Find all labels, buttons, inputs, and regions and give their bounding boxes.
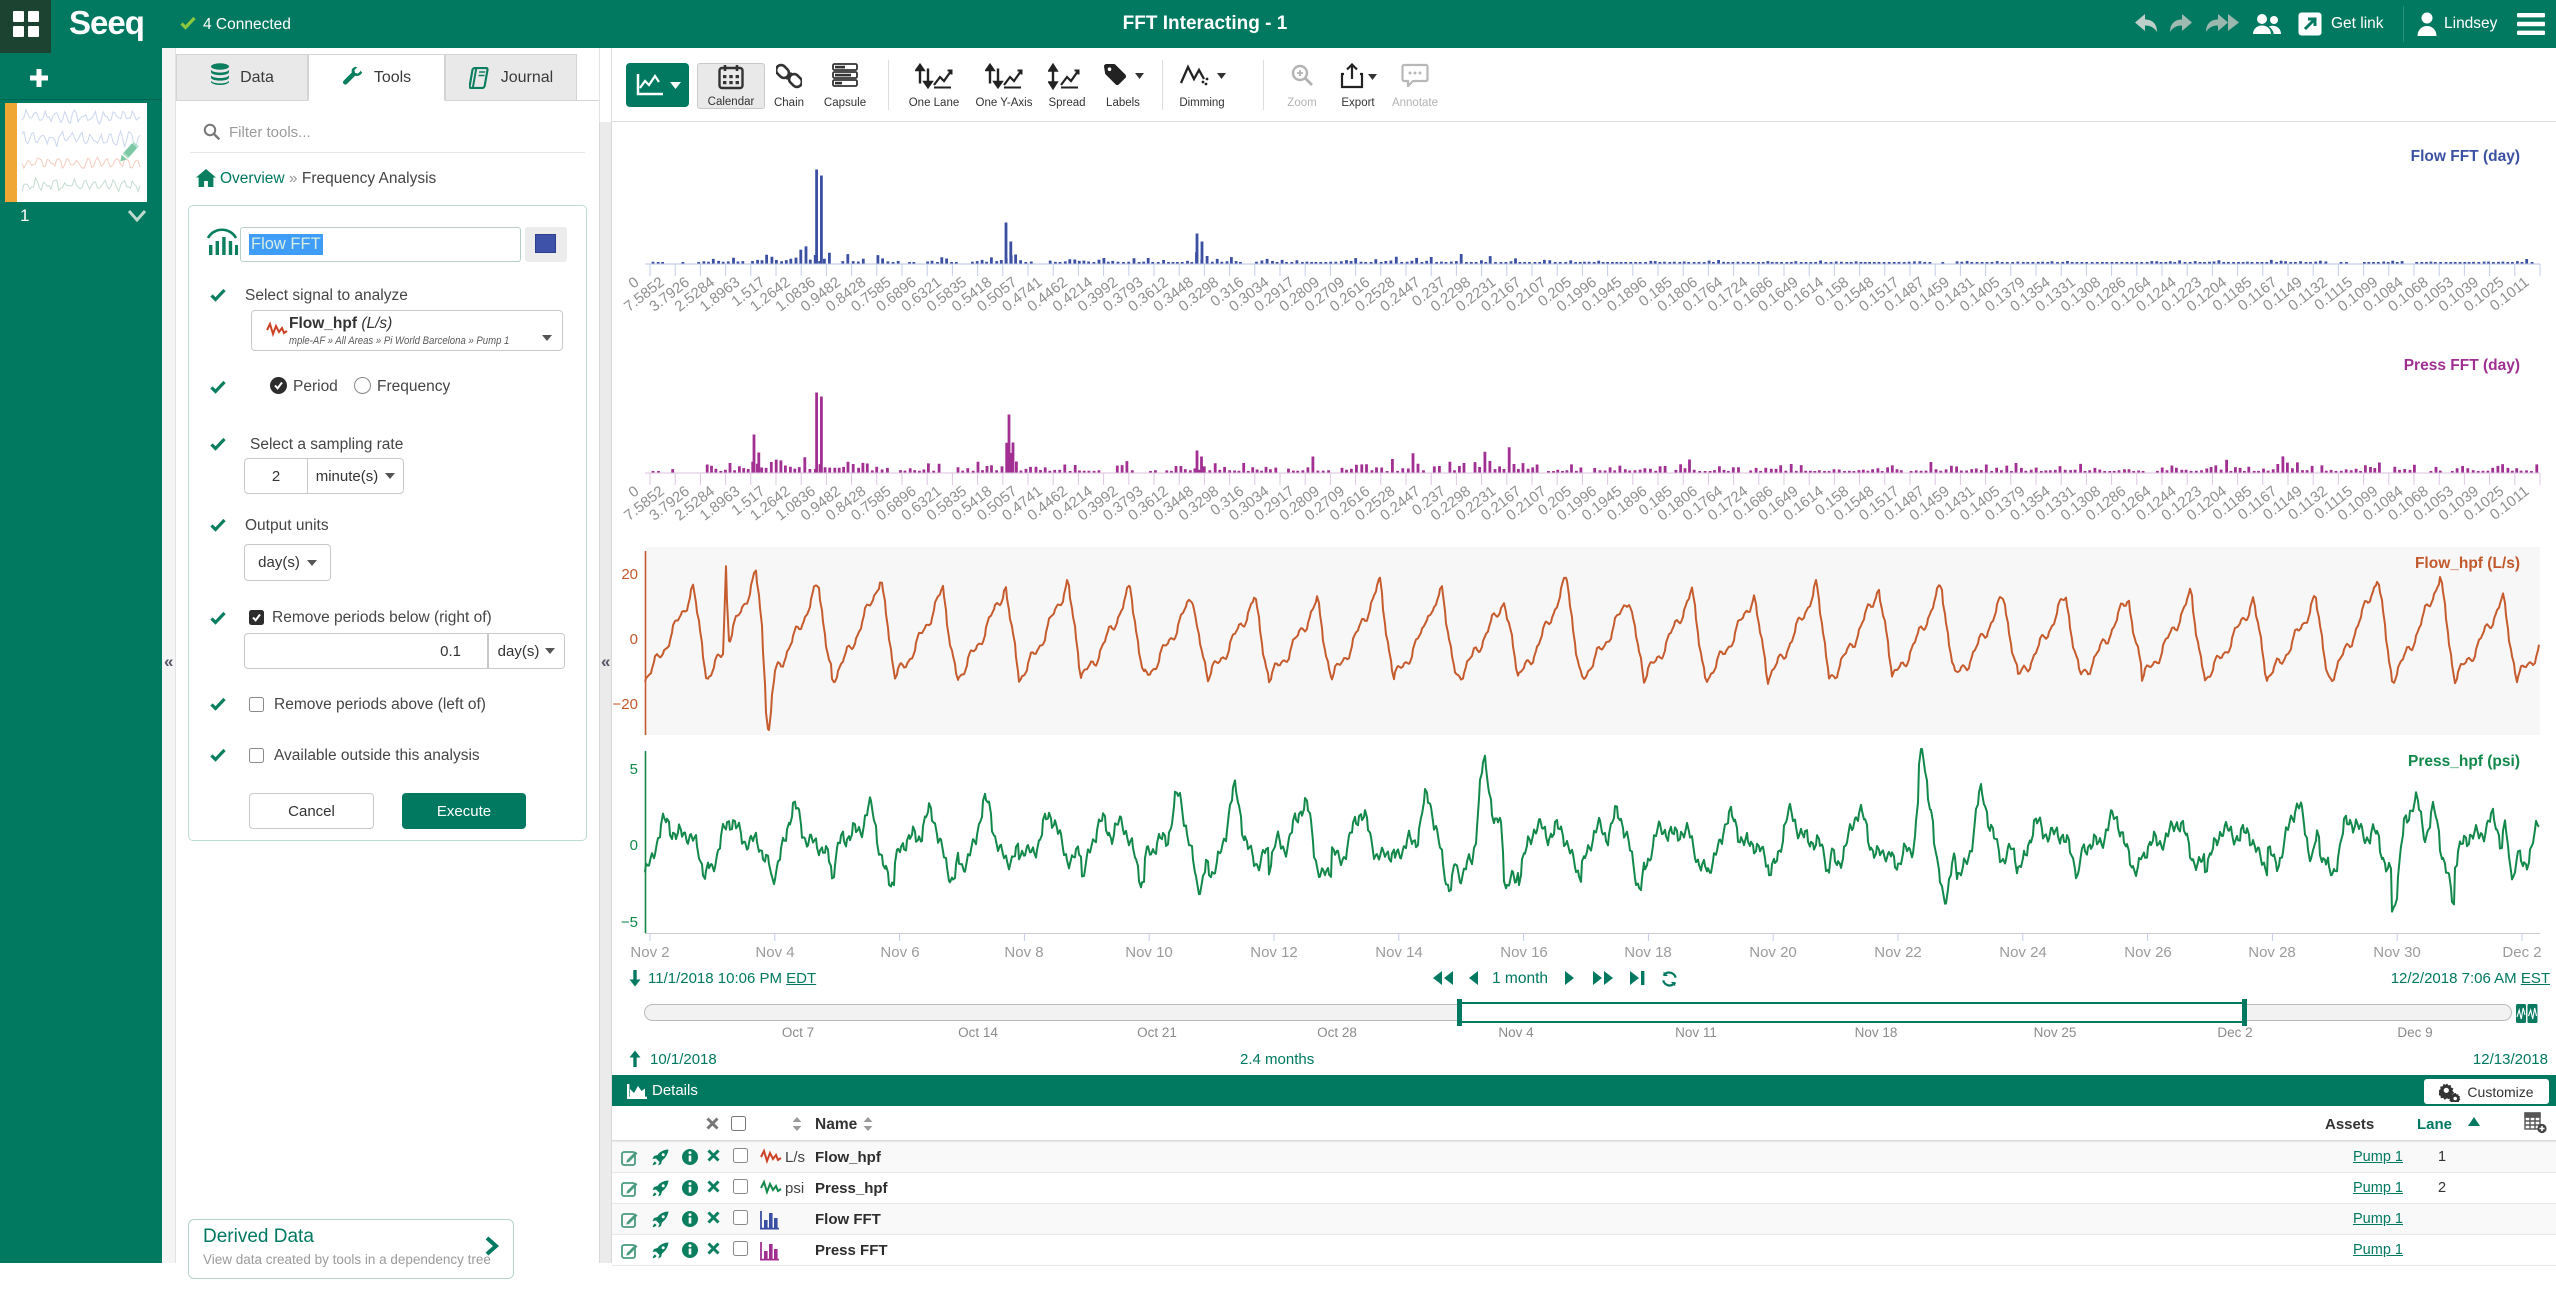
svg-text:Press_hpf (psi): Press_hpf (psi)	[2408, 753, 2520, 770]
svg-text:20: 20	[621, 566, 638, 583]
svg-text:Flow_hpf (L/s): Flow_hpf (L/s)	[2415, 555, 2520, 572]
svg-text:0: 0	[630, 837, 638, 854]
svg-text:Press FFT (day): Press FFT (day)	[2404, 357, 2520, 374]
svg-text:−20: −20	[613, 696, 638, 713]
svg-text:−5: −5	[621, 914, 638, 931]
svg-text:Flow FFT (day): Flow FFT (day)	[2411, 148, 2520, 165]
svg-text:5: 5	[630, 761, 638, 778]
svg-text:0: 0	[630, 631, 638, 648]
